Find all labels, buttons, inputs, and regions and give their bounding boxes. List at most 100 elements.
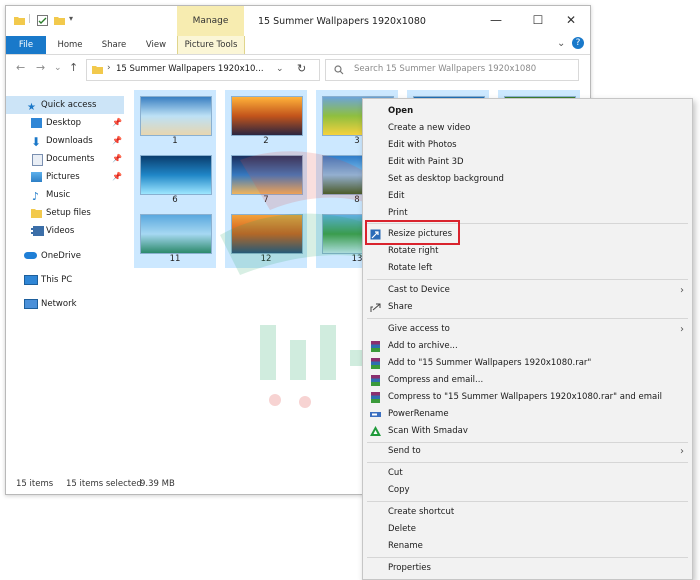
forward-arrow-icon[interactable]: → bbox=[36, 61, 45, 74]
minimize-button[interactable]: — bbox=[488, 12, 504, 28]
pin-icon[interactable]: 📌 bbox=[112, 168, 122, 186]
pin-icon[interactable]: 📌 bbox=[112, 114, 122, 132]
nav-item-this-pc[interactable]: This PC bbox=[6, 271, 124, 289]
menu-item-rename[interactable]: Rename bbox=[363, 538, 692, 555]
menu-separator bbox=[367, 462, 688, 463]
selection-size: 9.39 MB bbox=[140, 479, 175, 489]
menu-item-label: Edit with Photos bbox=[388, 140, 457, 150]
menu-item-edit-with-paint-3d[interactable]: Edit with Paint 3D bbox=[363, 154, 692, 171]
nav-item-music[interactable]: ♪ Music bbox=[6, 186, 124, 204]
search-input[interactable]: Search 15 Summer Wallpapers 1920x1080 bbox=[354, 64, 536, 74]
nav-item-network[interactable]: Network bbox=[6, 295, 124, 313]
nav-item-label: Setup files bbox=[46, 208, 91, 218]
menu-item-copy[interactable]: Copy bbox=[363, 482, 692, 499]
computer-icon bbox=[24, 275, 38, 285]
nav-item-quick-access[interactable]: ★ Quick access bbox=[6, 96, 124, 114]
file-thumbnail[interactable]: 12 bbox=[225, 208, 307, 268]
qat-divider: | bbox=[28, 14, 32, 24]
thumbnail-image bbox=[231, 155, 303, 195]
menu-item-add-to-rar[interactable]: Add to "15 Summer Wallpapers 1920x1080.r… bbox=[363, 355, 692, 372]
tab-share[interactable]: Share bbox=[94, 36, 134, 54]
tab-view[interactable]: View bbox=[138, 36, 174, 54]
menu-item-send-to[interactable]: Send to › bbox=[363, 443, 692, 460]
file-name: 11 bbox=[169, 254, 181, 264]
menu-item-give-access-to[interactable]: Give access to › bbox=[363, 321, 692, 338]
menu-item-cast-to-device[interactable]: Cast to Device › bbox=[363, 282, 692, 299]
tab-file[interactable]: File bbox=[6, 36, 46, 54]
nav-item-desktop[interactable]: Desktop 📌 bbox=[6, 114, 124, 132]
menu-item-edit-with-photos[interactable]: Edit with Photos bbox=[363, 137, 692, 154]
nav-item-downloads[interactable]: ⬇ Downloads 📌 bbox=[6, 132, 124, 150]
file-thumbnail[interactable]: 7 bbox=[225, 149, 307, 209]
folder-icon bbox=[92, 66, 103, 74]
up-arrow-icon[interactable]: ↑ bbox=[69, 61, 78, 74]
properties-checkmark-icon[interactable] bbox=[37, 15, 48, 26]
file-name: 1 bbox=[172, 136, 178, 146]
menu-item-powerrename[interactable]: PowerRename bbox=[363, 406, 692, 423]
menu-item-label: Rotate right bbox=[388, 246, 439, 256]
new-folder-icon[interactable] bbox=[54, 15, 65, 26]
menu-item-edit[interactable]: Edit bbox=[363, 188, 692, 205]
pin-icon[interactable]: 📌 bbox=[112, 132, 122, 150]
menu-item-label: Edit with Paint 3D bbox=[388, 157, 464, 167]
ribbon-collapse-icon[interactable]: ⌄ bbox=[557, 38, 565, 49]
recent-locations-icon[interactable]: ⌄ bbox=[54, 63, 62, 73]
file-thumbnail[interactable]: 2 bbox=[225, 90, 307, 150]
nav-item-documents[interactable]: Documents 📌 bbox=[6, 150, 124, 168]
menu-item-scan-with-smadav[interactable]: Scan With Smadav bbox=[363, 423, 692, 440]
menu-item-create-new-video[interactable]: Create a new video bbox=[363, 120, 692, 137]
share-icon bbox=[370, 303, 381, 312]
nav-item-label: Pictures bbox=[46, 172, 80, 182]
file-thumbnail[interactable]: 1 bbox=[134, 90, 216, 150]
menu-separator bbox=[367, 318, 688, 319]
maximize-button[interactable]: ☐ bbox=[530, 12, 546, 28]
nav-item-videos[interactable]: Videos bbox=[6, 222, 124, 240]
menu-item-properties[interactable]: Properties bbox=[363, 560, 692, 577]
breadcrumb-path[interactable]: 15 Summer Wallpapers 1920x10... bbox=[116, 64, 264, 74]
file-name: 6 bbox=[172, 195, 178, 205]
menu-item-cut[interactable]: Cut bbox=[363, 465, 692, 482]
winrar-icon bbox=[371, 392, 380, 403]
menu-item-rotate-right[interactable]: Rotate right bbox=[363, 243, 692, 260]
menu-item-open[interactable]: Open bbox=[363, 103, 692, 120]
menu-item-set-desktop-background[interactable]: Set as desktop background bbox=[363, 171, 692, 188]
refresh-icon[interactable]: ↻ bbox=[297, 62, 306, 75]
qat-dropdown-icon[interactable]: ▾ bbox=[69, 14, 73, 23]
powerrename-icon bbox=[370, 412, 381, 417]
close-button[interactable]: ✕ bbox=[563, 12, 579, 28]
nav-item-pictures[interactable]: Pictures 📌 bbox=[6, 168, 124, 186]
manage-tab[interactable]: Manage bbox=[177, 6, 244, 36]
menu-item-compress-to-rar-and-email[interactable]: Compress to "15 Summer Wallpapers 1920x1… bbox=[363, 389, 692, 406]
pin-icon[interactable]: 📌 bbox=[112, 150, 122, 168]
help-icon[interactable]: ? bbox=[572, 37, 584, 49]
file-thumbnail[interactable]: 6 bbox=[134, 149, 216, 209]
menu-item-label: Properties bbox=[388, 563, 431, 573]
menu-item-label: PowerRename bbox=[388, 409, 449, 419]
menu-item-delete[interactable]: Delete bbox=[363, 521, 692, 538]
file-name: 12 bbox=[260, 254, 272, 264]
tab-home[interactable]: Home bbox=[50, 36, 90, 54]
chevron-right-icon: › bbox=[680, 446, 684, 457]
nav-item-setup-files[interactable]: Setup files bbox=[6, 204, 124, 222]
menu-item-create-shortcut[interactable]: Create shortcut bbox=[363, 504, 692, 521]
menu-item-label: Give access to bbox=[388, 324, 450, 334]
nav-item-label: Videos bbox=[46, 226, 75, 236]
menu-item-add-to-archive[interactable]: Add to archive... bbox=[363, 338, 692, 355]
menu-item-label: Cut bbox=[388, 468, 403, 478]
menu-item-label: Cast to Device bbox=[388, 285, 450, 295]
file-thumbnail[interactable]: 11 bbox=[134, 208, 216, 268]
address-box[interactable]: › 15 Summer Wallpapers 1920x10... ⌄ ↻ bbox=[86, 59, 320, 81]
menu-item-rotate-left[interactable]: Rotate left bbox=[363, 260, 692, 277]
nav-item-onedrive[interactable]: OneDrive bbox=[6, 247, 124, 265]
back-arrow-icon[interactable]: ← bbox=[16, 61, 25, 74]
menu-item-label: Add to "15 Summer Wallpapers 1920x1080.r… bbox=[388, 358, 592, 368]
nav-item-label: Documents bbox=[46, 154, 95, 164]
tab-picture-tools[interactable]: Picture Tools bbox=[177, 36, 245, 54]
thumbnail-image bbox=[140, 155, 212, 195]
breadcrumb-chevron-icon[interactable]: › bbox=[107, 63, 111, 73]
menu-item-compress-and-email[interactable]: Compress and email... bbox=[363, 372, 692, 389]
menu-item-share[interactable]: Share bbox=[363, 299, 692, 316]
nav-item-label: Music bbox=[46, 190, 71, 200]
address-dropdown-icon[interactable]: ⌄ bbox=[276, 64, 284, 74]
search-box[interactable]: Search 15 Summer Wallpapers 1920x1080 bbox=[325, 59, 579, 81]
